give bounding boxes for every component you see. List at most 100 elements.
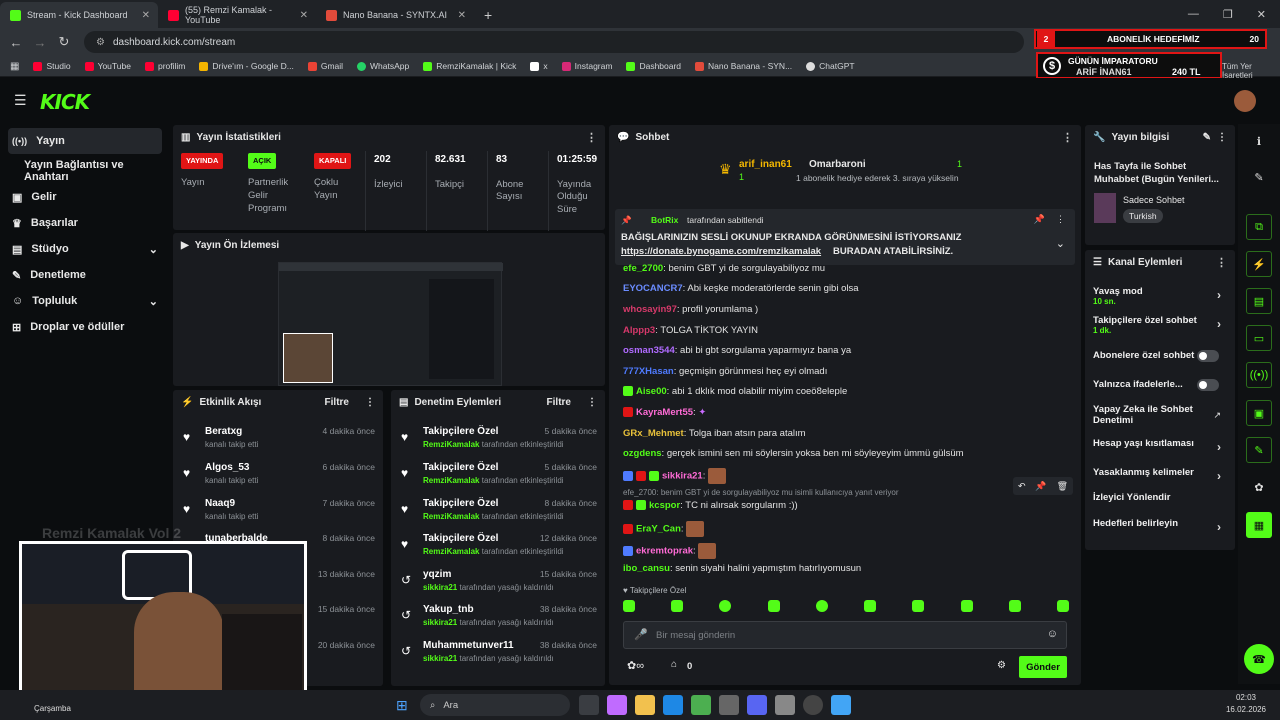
reload-icon[interactable]: ↻ [52, 34, 76, 50]
edit-icon[interactable]: ✎ [1203, 132, 1211, 143]
clip-icon[interactable]: ⧉ [1246, 214, 1272, 240]
emote-icon[interactable] [671, 600, 684, 612]
close-window-icon[interactable]: ✕ [1257, 8, 1266, 21]
more-options-icon[interactable]: ⋮ [586, 131, 597, 144]
info-icon[interactable]: ℹ [1246, 128, 1272, 154]
close-tab-icon[interactable]: ✕ [458, 10, 466, 21]
app-icon[interactable] [775, 695, 795, 715]
unpin-icon[interactable]: 📌 [1034, 214, 1045, 225]
emoji-icon[interactable]: ☺ [1047, 628, 1058, 640]
ai-moderation-item[interactable]: Yapay Zeka ile Sohbet Denetimi [1093, 404, 1203, 426]
chat-message[interactable]: kcspor: TC ni alırsak sorgularım :)) [623, 500, 798, 511]
chat-message[interactable]: Aise00: abi 1 dklık mod olabilir miyim c… [623, 386, 847, 397]
chat-message[interactable]: GRx_Mehmet: Tolga iban atsın para atalım [623, 428, 806, 439]
chat-message[interactable]: ibo_cansu: senin siyahi halini yapmıştım… [623, 563, 861, 574]
bookmark-drive[interactable]: Drive'ım - Google D... [199, 61, 294, 71]
points-icon[interactable]: ✿∞ [627, 659, 644, 672]
folder-icon[interactable] [635, 695, 655, 715]
chat-message[interactable]: ozgdens: gerçek ismini sen mi söylersin … [623, 448, 964, 459]
external-link-icon[interactable]: ↗ [1213, 410, 1221, 421]
avatar[interactable] [1234, 90, 1256, 112]
bookmark-dashboard[interactable]: Dashboard [626, 61, 681, 71]
bookmark-whatsapp[interactable]: WhatsApp [357, 61, 409, 71]
sidebar-item-stream-key[interactable]: Yayın Bağlantısı ve Anahtarı [0, 158, 170, 184]
kick-logo[interactable]: KICK [40, 90, 90, 114]
back-arrow-icon[interactable]: ← [4, 35, 28, 50]
raid-item[interactable]: İzleyici Yönlendir [1093, 492, 1225, 503]
tab-youtube[interactable]: (55) Remzi Kamalak - YouTube ✕ [158, 2, 316, 28]
more-options-icon[interactable]: ⋮ [1056, 214, 1065, 225]
emote-icon[interactable] [815, 600, 828, 612]
points-icon[interactable]: ✿ [1246, 474, 1272, 500]
filter-button[interactable]: Filtre [325, 397, 349, 408]
sidebar-item-achievements[interactable]: ♛ Başarılar [0, 210, 170, 236]
reply-icon[interactable]: ↶ [1018, 481, 1026, 492]
sidebar-item-stream[interactable]: ((•)) Yayın [8, 128, 162, 154]
emote-icon[interactable] [864, 600, 877, 612]
more-options-icon[interactable]: ⋮ [1216, 256, 1227, 269]
url-field[interactable]: ⚙ dashboard.kick.com/stream [84, 31, 1024, 53]
close-tab-icon[interactable]: ✕ [300, 10, 308, 21]
notes-icon[interactable] [831, 695, 851, 715]
bolt-icon[interactable]: ⚡ [1246, 251, 1272, 277]
store-icon[interactable]: ⌂ [671, 659, 677, 670]
chat-message[interactable]: ekremtoprak: [623, 543, 717, 559]
goals-item[interactable]: Hedefleri belirleyin › [1093, 518, 1225, 534]
account-age-item[interactable]: Hesap yaşı kısıtlaması › [1093, 438, 1225, 454]
site-info-icon[interactable]: ⚙ [96, 37, 105, 48]
banned-words-item[interactable]: Yasaklanmış kelimeler › [1093, 467, 1225, 483]
app-icon[interactable] [719, 695, 739, 715]
subscribers-only-item[interactable]: Abonelere özel sohbet [1093, 350, 1225, 362]
copilot-icon[interactable] [607, 695, 627, 715]
emotes-only-item[interactable]: Yalnızca ifadelerle... [1093, 379, 1225, 391]
pin-icon[interactable]: 📌 [1035, 481, 1046, 492]
chat-message[interactable]: EYOCANCR7: Abi keşke moderatörlerde seni… [623, 283, 859, 294]
emote-icon[interactable] [767, 600, 780, 612]
emote-icon[interactable] [912, 600, 925, 612]
gear-icon[interactable]: ⚙ [997, 660, 1006, 671]
bookmark-instagram[interactable]: Instagram [561, 61, 612, 71]
bookmark-kick[interactable]: RemziKamalak | Kick [423, 61, 516, 71]
edge-icon[interactable] [663, 695, 683, 715]
stream-preview-video[interactable] [278, 262, 503, 386]
forward-arrow-icon[interactable]: → [28, 35, 52, 50]
sidebar-item-studio[interactable]: ▤ Stüdyo ⌄ [0, 236, 170, 262]
discord-icon[interactable] [747, 695, 767, 715]
delete-icon[interactable]: 🗑 [1057, 481, 1068, 492]
support-icon[interactable]: ☎ [1244, 644, 1274, 674]
emote-icon[interactable] [1008, 600, 1021, 612]
chat-message[interactable]: 777XHasan: geçmişin görünmesi heç eyi ol… [623, 366, 827, 377]
pinned-link[interactable]: https://donate.bynogame.com/remzikamalak [621, 246, 821, 257]
chat-bubble-icon[interactable]: ▭ [1246, 325, 1272, 351]
chat-message[interactable]: KayraMert55: ✦ [623, 407, 706, 418]
broadcast-icon[interactable]: ((•)) [1246, 362, 1272, 388]
sidebar-item-moderation[interactable]: ✎ Denetleme [0, 262, 170, 288]
filter-button[interactable]: Filtre [547, 397, 571, 408]
taskbar-search[interactable]: ⌕ Ara [420, 694, 570, 716]
windows-start-icon[interactable]: ⊞ [396, 697, 408, 714]
sidebar-item-revenue[interactable]: ▣ Gelir [0, 184, 170, 210]
more-options-icon[interactable]: ⋮ [1217, 132, 1227, 143]
toggle-switch[interactable] [1197, 350, 1219, 362]
new-tab-button[interactable]: + [474, 2, 502, 28]
bookmark-profilim[interactable]: profilim [144, 61, 185, 71]
tv-icon[interactable]: ▣ [1246, 400, 1272, 426]
image-icon[interactable]: ▦ [1246, 512, 1272, 538]
task-view-icon[interactable] [579, 695, 599, 715]
send-button[interactable]: Gönder [1019, 656, 1067, 678]
tab-syntx[interactable]: Nano Banana - SYNTX.AI ✕ [316, 2, 474, 28]
minimize-icon[interactable]: — [1188, 8, 1199, 20]
bookmark-gmail[interactable]: Gmail [307, 61, 343, 71]
microphone-icon[interactable]: 🎤 [634, 628, 648, 641]
document-icon[interactable]: ▤ [1246, 288, 1272, 314]
chat-message[interactable]: sikkira21: [623, 468, 726, 484]
emote-icon[interactable] [623, 600, 635, 612]
emote-icon[interactable] [960, 600, 973, 612]
chat-message[interactable]: Alppp3: TOLGA TİKTOK YAYIN [623, 325, 758, 336]
bookmark-chatgpt[interactable]: ChatGPT [806, 61, 855, 71]
toggle-switch[interactable] [1197, 379, 1219, 391]
followers-only-item[interactable]: Takipçilere özel sohbet 1 dk. › [1093, 315, 1225, 335]
tab-kick-dashboard[interactable]: Stream - Kick Dashboard ✕ [0, 2, 158, 28]
sidebar-item-drops[interactable]: ⊞ Droplar ve ödüller [0, 314, 170, 340]
bookmark-x[interactable]: x [530, 61, 548, 71]
